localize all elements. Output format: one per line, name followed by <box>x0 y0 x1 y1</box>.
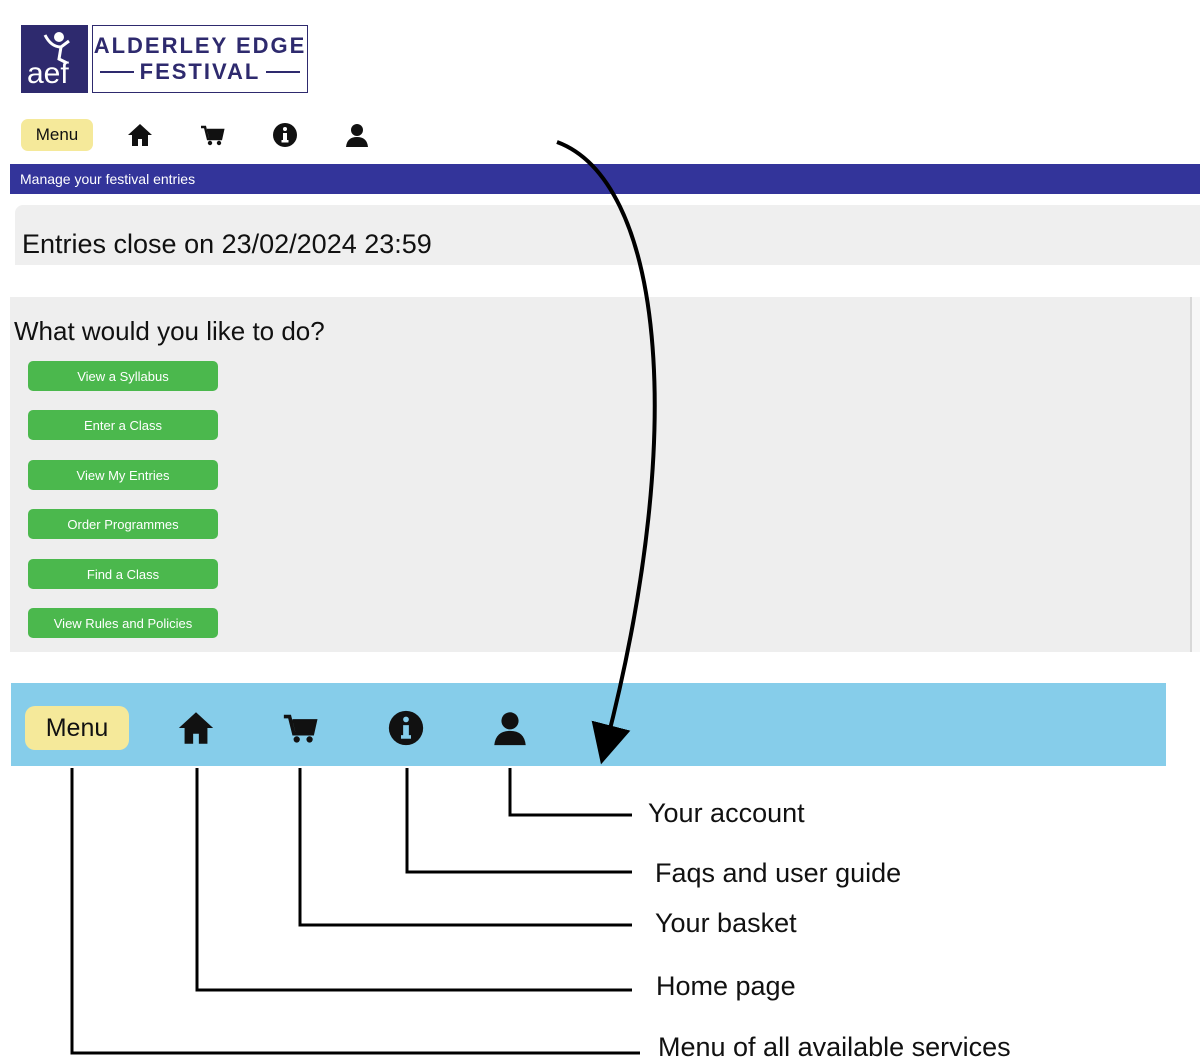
festival-logo[interactable]: aef ALDERLEY EDGE FESTIVAL <box>21 25 308 93</box>
entries-close-text: Entries close on 23/02/2024 23:59 <box>22 229 432 259</box>
enlarged-nav-bar: Menu <box>11 683 1166 766</box>
enlarged-basket-icon[interactable] <box>281 708 321 748</box>
logo-line-2: FESTIVAL <box>139 59 261 84</box>
callout-home-page: Home page <box>656 971 796 1001</box>
basket-icon[interactable] <box>199 121 227 149</box>
order-programmes-button[interactable]: Order Programmes <box>28 509 218 539</box>
callout-line-faqs <box>405 768 632 874</box>
enlarged-home-icon[interactable] <box>176 708 216 748</box>
menu-button[interactable]: Menu <box>21 119 93 151</box>
actions-panel: What would you like to do? View a Syllab… <box>10 297 1190 652</box>
callout-your-basket: Your basket <box>655 908 797 938</box>
view-my-entries-button[interactable]: View My Entries <box>28 460 218 490</box>
logo-figure-icon: aef <box>27 32 70 90</box>
logo-line-2-wrap: FESTIVAL <box>99 59 301 85</box>
logo-dash-left <box>99 71 134 73</box>
callout-faqs: Faqs and user guide <box>655 858 902 888</box>
user-icon[interactable] <box>343 121 371 149</box>
entries-close-panel: Entries close on 23/02/2024 23:59 <box>15 205 1200 265</box>
top-nav: Menu <box>21 118 421 152</box>
home-icon[interactable] <box>126 121 154 149</box>
callout-line-menu <box>70 768 640 1055</box>
logo-dash-right <box>266 71 301 73</box>
svg-text:aef: aef <box>27 57 69 90</box>
view-syllabus-button[interactable]: View a Syllabus <box>28 361 218 391</box>
info-icon[interactable] <box>271 121 299 149</box>
enlarged-user-icon[interactable] <box>490 708 530 748</box>
logo-line-1: ALDERLEY EDGE <box>93 33 307 58</box>
view-rules-button[interactable]: View Rules and Policies <box>28 608 218 638</box>
logo-wordmark: ALDERLEY EDGE FESTIVAL <box>92 25 308 93</box>
enlarged-menu-button[interactable]: Menu <box>25 706 129 750</box>
actions-panel-scroll-edge <box>1190 297 1200 652</box>
page-header-bar: Manage your festival entries <box>10 164 1200 194</box>
logo-mark: aef <box>21 25 88 93</box>
actions-title: What would you like to do? <box>14 316 325 346</box>
callout-line-basket <box>298 768 632 927</box>
callout-line-home <box>195 768 632 992</box>
enter-class-button[interactable]: Enter a Class <box>28 410 218 440</box>
enlarged-info-icon[interactable] <box>386 708 426 748</box>
find-class-button[interactable]: Find a Class <box>28 559 218 589</box>
callout-your-account: Your account <box>648 798 805 828</box>
callout-line-account <box>508 768 632 817</box>
callout-menu: Menu of all available services <box>658 1032 1011 1059</box>
